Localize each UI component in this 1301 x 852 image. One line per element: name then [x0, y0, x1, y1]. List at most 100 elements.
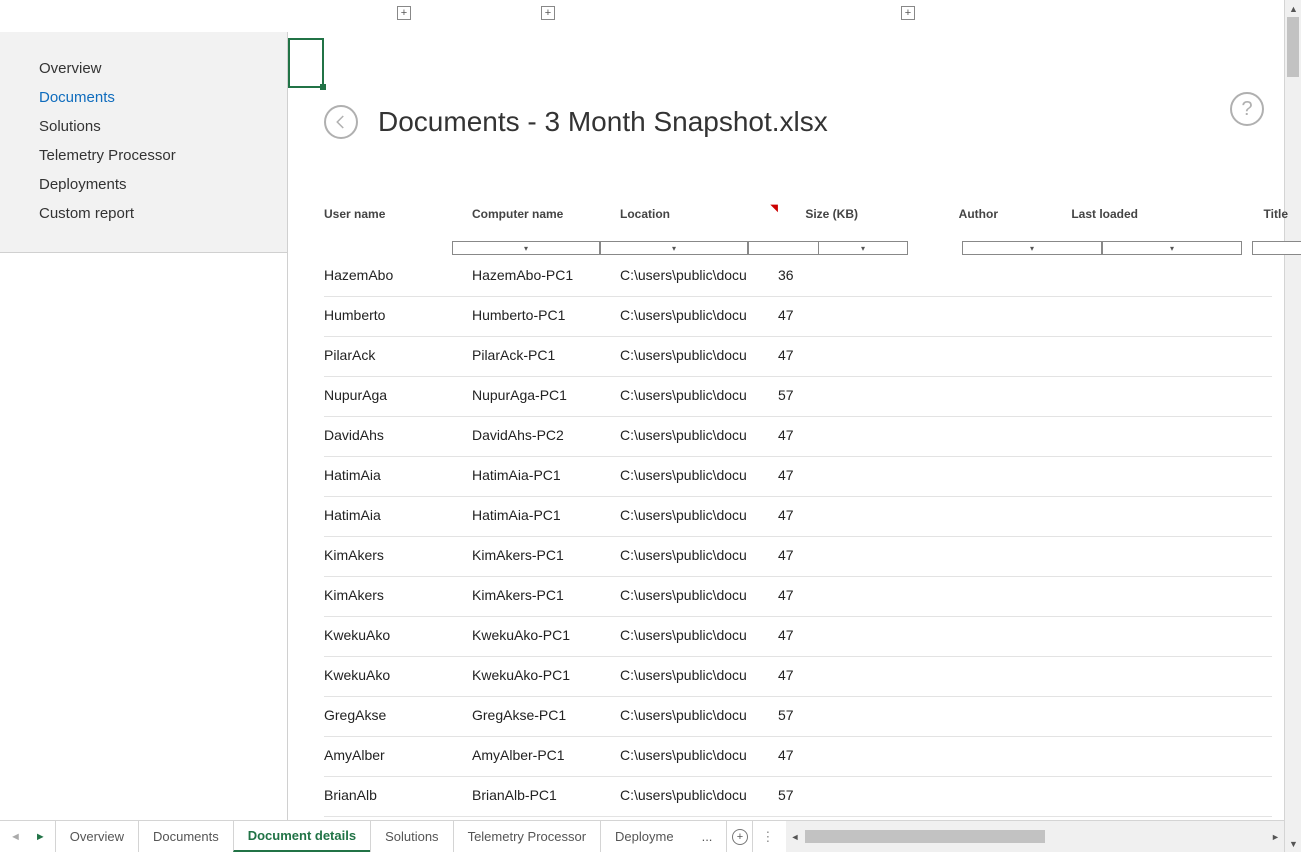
table-row[interactable]: DavidAhsDavidAhs-PC2C:\users\public\docu… [324, 417, 1272, 457]
sidebar-item-telemetry-processor[interactable]: Telemetry Processor [0, 141, 287, 170]
outline-expand-button[interactable]: + [397, 6, 411, 20]
column-label: Author [959, 207, 998, 223]
sidebar-item-deployments[interactable]: Deployments [0, 170, 287, 199]
column-label: User name [324, 207, 385, 223]
cell-user: HazemAbo [324, 267, 472, 283]
table-row[interactable]: PilarAckPilarAck-PC1C:\users\public\docu… [324, 337, 1272, 377]
plus-icon: + [732, 829, 748, 845]
sheet-tab-documents[interactable]: Documents [138, 821, 234, 852]
scroll-right-icon[interactable]: ► [1267, 828, 1284, 845]
outline-expand-button[interactable]: + [901, 6, 915, 20]
table-row[interactable]: NupurAgaNupurAga-PC1C:\users\public\docu… [324, 377, 1272, 417]
sheet-nav-next-icon[interactable]: ► [35, 831, 46, 843]
help-button[interactable]: ? [1230, 92, 1264, 126]
cell-user: DavidAhs [324, 427, 472, 443]
cell-size: 47 [778, 667, 838, 683]
vertical-scroll-thumb[interactable] [1287, 17, 1299, 77]
add-sheet-button[interactable]: + [727, 821, 753, 852]
sheet-nav-controls: ◄ ► [0, 821, 56, 852]
sheet-tab-telemetry-processor[interactable]: Telemetry Processor [453, 821, 601, 852]
sheet-nav-prev-icon[interactable]: ◄ [10, 831, 21, 843]
sheet-tab-document-details[interactable]: Document details [233, 821, 371, 852]
active-cell-indicator[interactable] [288, 38, 324, 88]
horizontal-scroll-thumb[interactable] [805, 830, 1045, 843]
table-row[interactable]: KwekuAkoKwekuAko-PC1C:\users\public\docu… [324, 657, 1272, 697]
cell-comp: AmyAlber-PC1 [472, 747, 620, 763]
sheet-options-icon[interactable]: ⋮ [753, 821, 782, 852]
filter-button-title[interactable]: ▾ [1252, 241, 1301, 255]
cell-comp: DavidAhs-PC2 [472, 427, 620, 443]
column-header-title: Title [1138, 207, 1288, 223]
column-header-loc: Location◥ [620, 207, 768, 223]
table-row[interactable]: KimAkersKimAkers-PC1C:\users\public\docu… [324, 577, 1272, 617]
filter-button-user[interactable]: ▾ [452, 241, 600, 255]
cell-loc: C:\users\public\docu [620, 787, 758, 803]
sheet-tab-deployme[interactable]: Deployme [600, 821, 689, 852]
cell-loc: C:\users\public\docu [620, 387, 758, 403]
navigation-sidebar: OverviewDocumentsSolutionsTelemetry Proc… [0, 32, 288, 253]
table-row[interactable]: KimAkersKimAkers-PC1C:\users\public\docu… [324, 537, 1272, 577]
sheet-tab-solutions[interactable]: Solutions [370, 821, 453, 852]
column-header-comp: Computer name [472, 207, 620, 223]
table-row[interactable]: HatimAiaHatimAia-PC1C:\users\public\docu… [324, 457, 1272, 497]
cell-size: 57 [778, 787, 838, 803]
cell-size: 47 [778, 467, 838, 483]
cell-user: KimAkers [324, 547, 472, 563]
cell-user: HatimAia [324, 507, 472, 523]
sidebar-item-solutions[interactable]: Solutions [0, 112, 287, 141]
cell-size: 47 [778, 507, 838, 523]
sidebar-spacer [0, 253, 288, 820]
cell-loc: C:\users\public\docu [620, 427, 758, 443]
cell-loc: C:\users\public\docu [620, 547, 758, 563]
horizontal-scroll-track[interactable] [803, 828, 1267, 845]
cell-size: 47 [778, 307, 838, 323]
table-header: User name▾Computer name▾Location◥▾Size (… [324, 207, 1272, 247]
cell-loc: C:\users\public\docu [620, 627, 758, 643]
cell-size: 47 [778, 747, 838, 763]
main-content: Documents - 3 Month Snapshot.xlsx ? User… [288, 32, 1284, 820]
filter-button-auth[interactable]: ▾ [962, 241, 1102, 255]
scroll-down-icon[interactable]: ▼ [1285, 835, 1301, 852]
cell-loc: C:\users\public\docu [620, 307, 758, 323]
cell-comp: PilarAck-PC1 [472, 347, 620, 363]
sheet-tabs: OverviewDocumentsDocument detailsSolutio… [56, 821, 689, 852]
cell-user: KwekuAko [324, 667, 472, 683]
filter-button-last[interactable]: ▾ [1102, 241, 1242, 255]
cell-comp: HazemAbo-PC1 [472, 267, 620, 283]
table-row[interactable]: AmyAlberAmyAlber-PC1C:\users\public\docu… [324, 737, 1272, 777]
cell-comp: BrianAlb-PC1 [472, 787, 620, 803]
cell-loc: C:\users\public\docu [620, 707, 758, 723]
sidebar-item-overview[interactable]: Overview [0, 54, 287, 83]
cell-size: 47 [778, 587, 838, 603]
cell-comp: HatimAia-PC1 [472, 467, 620, 483]
table-row[interactable]: HatimAiaHatimAia-PC1C:\users\public\docu… [324, 497, 1272, 537]
sheet-tab-overview[interactable]: Overview [55, 821, 139, 852]
sidebar-item-documents[interactable]: Documents [0, 83, 287, 112]
table-row[interactable]: HazemAboHazemAbo-PC1C:\users\public\docu… [324, 257, 1272, 297]
table-row[interactable]: GregAkseGregAkse-PC1C:\users\public\docu… [324, 697, 1272, 737]
horizontal-scrollbar[interactable]: ◄ ► [786, 821, 1284, 852]
scroll-up-icon[interactable]: ▲ [1285, 0, 1301, 17]
cell-comp: Humberto-PC1 [472, 307, 620, 323]
table-row[interactable]: HumbertoHumberto-PC1C:\users\public\docu… [324, 297, 1272, 337]
cell-loc: C:\users\public\docu [620, 467, 758, 483]
outline-expand-button[interactable]: + [541, 6, 555, 20]
cell-size: 36 [778, 267, 838, 283]
column-label: Size (KB) [805, 207, 858, 223]
column-header-user: User name [324, 207, 472, 223]
table-row[interactable]: KwekuAkoKwekuAko-PC1C:\users\public\docu… [324, 617, 1272, 657]
sheet-tab-overflow[interactable]: ... [688, 821, 728, 852]
scroll-left-icon[interactable]: ◄ [786, 828, 803, 845]
filter-button-comp[interactable]: ▾ [600, 241, 748, 255]
cell-user: NupurAga [324, 387, 472, 403]
table-row[interactable]: BrianAlbBrianAlb-PC1C:\users\public\docu… [324, 777, 1272, 817]
column-header-size: Size (KB) [768, 207, 858, 223]
cell-size: 47 [778, 547, 838, 563]
back-button[interactable] [324, 105, 358, 139]
sidebar-item-custom-report[interactable]: Custom report [0, 199, 287, 228]
cell-comp: KwekuAko-PC1 [472, 627, 620, 643]
outline-expand-row: + + + [0, 0, 1284, 32]
cell-loc: C:\users\public\docu [620, 587, 758, 603]
filter-button-size[interactable]: ▾ [818, 241, 908, 255]
vertical-scrollbar[interactable]: ▲ ▼ [1284, 0, 1301, 852]
